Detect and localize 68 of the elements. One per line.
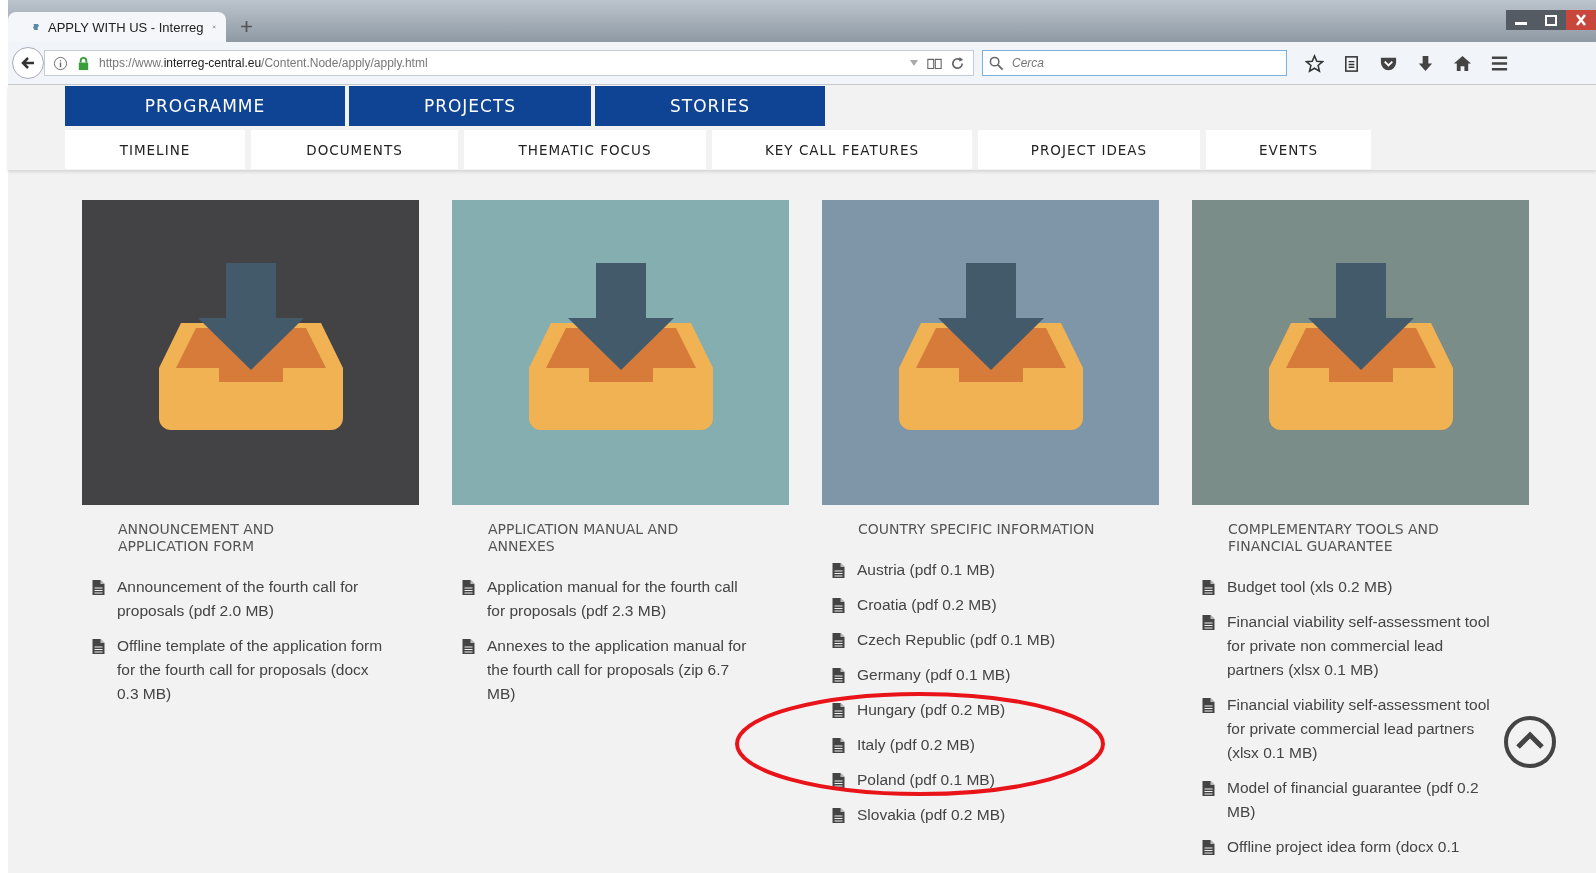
browser-tab[interactable]: APPLY WITH US - Interreg (8, 12, 226, 42)
file-link[interactable]: Budget tool (xls 0.2 MB) (1227, 575, 1497, 599)
section-title: ANNOUNCEMENT AND APPLICATION FORM (118, 521, 276, 555)
star-icon[interactable] (1305, 53, 1324, 73)
search-icon (989, 55, 1004, 71)
file-link[interactable]: Offline project idea form (docx 0.1 (1227, 835, 1497, 859)
file-link[interactable]: Poland (pdf 0.1 MB) (857, 768, 1127, 792)
file-link[interactable]: Croatia (pdf 0.2 MB) (857, 593, 1127, 617)
file-link[interactable]: Czech Republic (pdf 0.1 MB) (857, 628, 1127, 652)
main-nav-link[interactable]: STORIES (595, 86, 825, 126)
document-icon (832, 703, 845, 718)
new-tab-icon[interactable] (240, 20, 253, 33)
main-nav-link[interactable]: PROGRAMME (65, 86, 345, 126)
document-icon (462, 639, 475, 654)
main-nav-link[interactable]: PROJECTS (349, 86, 591, 126)
back-button[interactable] (12, 47, 44, 79)
file-link[interactable]: Model of financial guarantee (pdf 0.2 MB) (1227, 776, 1497, 824)
sub-nav-link[interactable]: DOCUMENTS (251, 130, 458, 169)
document-icon (1202, 840, 1215, 855)
download-tile[interactable] (82, 200, 419, 505)
document-icon (1202, 781, 1215, 796)
sub-nav-link[interactable]: TIMELINE (65, 130, 245, 169)
sub-nav-link[interactable]: THEMATIC FOCUS (464, 130, 706, 169)
file-link[interactable]: Austria (pdf 0.1 MB) (857, 558, 1127, 582)
file-link[interactable]: Annexes to the application manual for the fourth call for proposals (zip 6.7 MB) (487, 634, 757, 706)
file-link[interactable]: Germany (pdf 0.1 MB) (857, 663, 1127, 687)
document-icon (92, 580, 105, 595)
document-icon (832, 598, 845, 613)
section-title: COUNTRY SPECIFIC INFORMATION (858, 521, 1096, 538)
padlock-icon (76, 55, 91, 71)
file-link[interactable]: Application manual for the fourth call for proposals (pdf 2.3 MB) (487, 575, 757, 623)
sub-nav-link[interactable]: KEY CALL FEATURES (712, 130, 972, 169)
file-link[interactable]: Offline template of the application form for the fourth call for proposals (docx 0.3 MB) (117, 634, 387, 706)
restore-icon[interactable] (1536, 10, 1566, 30)
reload-icon[interactable] (950, 55, 965, 71)
document-icon (832, 808, 845, 823)
download-tile[interactable] (1192, 200, 1529, 505)
section-title: APPLICATION MANUAL AND ANNEXES (488, 521, 680, 555)
search-box[interactable]: Cerca (982, 50, 1287, 76)
document-icon (1202, 698, 1215, 713)
minimize-icon[interactable] (1506, 10, 1536, 30)
clipboard-icon[interactable] (1342, 53, 1361, 73)
document-icon (1202, 615, 1215, 630)
file-link[interactable]: Financial viability self-assessment tool for private non commercial lead partners (xlsx 0.1 MB) (1227, 610, 1497, 682)
document-icon (832, 738, 845, 753)
document-icon (1202, 580, 1215, 595)
file-link[interactable]: Financial viability self-assessment tool for private commercial lead partners (xlsx 0.1 MB) (1227, 693, 1497, 765)
document-icon (832, 633, 845, 648)
info-icon[interactable] (53, 55, 68, 71)
document-icon (92, 639, 105, 654)
document-icon (832, 563, 845, 578)
document-icon (832, 668, 845, 683)
sub-nav-link[interactable]: EVENTS (1206, 130, 1371, 169)
home-icon[interactable] (1453, 53, 1472, 73)
download-tile[interactable] (822, 200, 1159, 505)
file-link[interactable]: Slovakia (pdf 0.2 MB) (857, 803, 1127, 827)
url-text: https://www.interreg-central.eu/Content.Node/apply/apply.html (99, 56, 429, 70)
section-title: COMPLEMENTARY TOOLS AND FINANCIAL GUARANTEE (1228, 521, 1440, 555)
tab-title: APPLY WITH US - Interreg (48, 19, 204, 35)
address-bar[interactable]: https://www.interreg-central.eu/Content.Node/apply/apply.html (44, 50, 974, 76)
download-tile[interactable] (452, 200, 789, 505)
back-arrow-icon (20, 55, 36, 71)
file-link[interactable]: Italy (pdf 0.2 MB) (857, 733, 1127, 757)
file-link[interactable]: Announcement of the fourth call for proposals (pdf 2.0 MB) (117, 575, 387, 623)
sub-nav-link[interactable]: PROJECT IDEAS (978, 130, 1200, 169)
file-link[interactable]: Hungary (pdf 0.2 MB) (857, 698, 1127, 722)
document-icon (462, 580, 475, 595)
back-to-top-button[interactable] (1503, 715, 1557, 769)
